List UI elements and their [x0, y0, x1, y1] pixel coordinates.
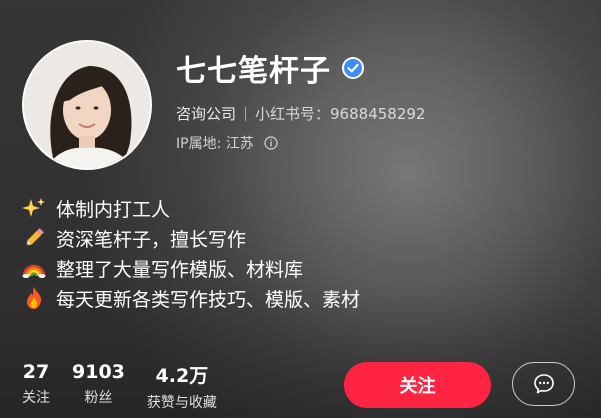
- bio-text: 整理了大量写作模版、材料库: [56, 258, 304, 281]
- follow-button[interactable]: 关注: [344, 362, 491, 408]
- pencil-icon: [26, 228, 44, 246]
- stat-value: 4.2万: [155, 365, 209, 387]
- stat-value: 27: [22, 361, 50, 383]
- stat-label: 获赞与收藏: [146, 395, 217, 411]
- stat-followers[interactable]: 9103 粉丝: [72, 361, 125, 412]
- stat-likes-and-saves[interactable]: 4.2万 获赞与收藏: [147, 361, 217, 412]
- divider: [245, 106, 247, 121]
- verified-badge-icon: [342, 57, 364, 79]
- bio-line: 整理了大量写作模版、材料库: [22, 253, 360, 283]
- profile-id: 小红书号：9688458292: [255, 105, 426, 123]
- profile-meta: 咨询公司 小红书号：9688458292: [176, 103, 425, 124]
- stats: 27 关注 9103 粉丝 4.2万 获赞与收藏: [22, 361, 239, 412]
- ip-location-row: IP属地: 江苏: [176, 133, 278, 153]
- rainbow-icon: [22, 264, 46, 278]
- bio: 体制内打工人 资深笔杆子，擅长写作 整理了大量写作模版、材料库 每天更新各类写作…: [22, 193, 360, 313]
- stat-following[interactable]: 27 关注: [22, 361, 50, 412]
- bio-line: 体制内打工人: [22, 193, 360, 223]
- bio-line: 每天更新各类写作技巧、模版、素材: [22, 283, 360, 313]
- avatar[interactable]: [22, 40, 152, 170]
- chat-bubble-icon: [533, 374, 554, 394]
- profile-category: 咨询公司: [176, 105, 237, 123]
- fire-icon: [27, 287, 42, 309]
- stat-label: 关注: [22, 390, 50, 406]
- bio-text: 资深笔杆子，擅长写作: [56, 228, 247, 251]
- avatar-portrait: [24, 42, 150, 168]
- ip-location: IP属地: 江苏: [176, 136, 254, 152]
- profile-name: 七七笔杆子: [176, 54, 331, 89]
- sparkles-icon: [22, 198, 45, 217]
- profile-name-row: 七七笔杆子: [176, 46, 365, 90]
- message-button[interactable]: [512, 362, 575, 406]
- info-icon[interactable]: [264, 136, 278, 150]
- stat-label: 粉丝: [84, 390, 113, 406]
- bio-line: 资深笔杆子，擅长写作: [22, 223, 360, 253]
- bio-text: 体制内打工人: [56, 198, 171, 221]
- bio-text: 每天更新各类写作技巧、模版、素材: [56, 288, 361, 311]
- stat-value: 9103: [72, 361, 125, 383]
